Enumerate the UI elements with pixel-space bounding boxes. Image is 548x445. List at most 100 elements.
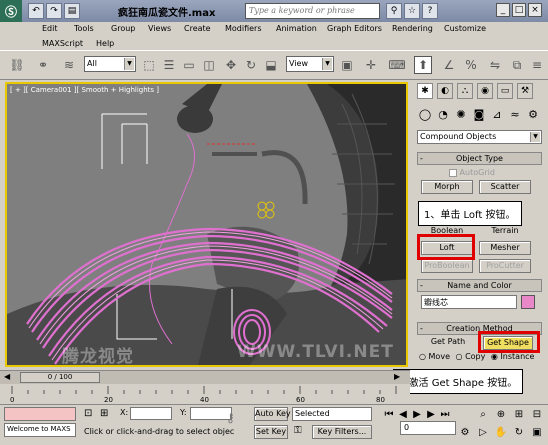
help-icon[interactable]: ? bbox=[422, 3, 438, 19]
select-by-name-icon[interactable]: ☰ bbox=[160, 56, 178, 74]
reference-coord-dropdown[interactable]: View ▼ bbox=[286, 56, 334, 72]
key-filters-button[interactable]: Key Filters... bbox=[312, 425, 372, 439]
pan-icon[interactable]: ✋ bbox=[494, 425, 508, 439]
save-icon[interactable]: ▤ bbox=[64, 3, 80, 19]
menu-graph-editors[interactable]: Graph Editors bbox=[327, 24, 382, 33]
link-icon[interactable]: ⛓ bbox=[8, 56, 26, 74]
app-logo-icon[interactable]: Ⓢ bbox=[0, 0, 22, 22]
layer-manager-icon[interactable]: ≡ bbox=[528, 56, 546, 74]
menu-edit[interactable]: Edit bbox=[42, 24, 58, 33]
object-category-dropdown[interactable]: Compound Objects ▼ bbox=[417, 130, 542, 144]
scatter-button[interactable]: Scatter bbox=[479, 180, 531, 194]
key-icon[interactable]: ⚷ bbox=[226, 411, 235, 425]
maximize-viewport-icon[interactable]: ▣ bbox=[530, 425, 544, 439]
terrain-button[interactable]: Terrain bbox=[479, 225, 531, 239]
zoom-all-icon[interactable]: ⊕ bbox=[494, 407, 508, 421]
set-key-icon[interactable]: ⚿ bbox=[294, 425, 302, 436]
manipulate-icon[interactable]: ✛ bbox=[362, 56, 380, 74]
shapes-icon[interactable]: ◔ bbox=[435, 106, 451, 122]
proboolean-button[interactable]: ProBoolean bbox=[421, 259, 473, 273]
track-bar[interactable]: 0 20 40 60 80 bbox=[0, 384, 410, 404]
absolute-mode-icon[interactable]: ⊞ bbox=[100, 408, 108, 419]
copy-radio[interactable]: ○ Copy bbox=[456, 352, 486, 361]
menu-views[interactable]: Views bbox=[148, 24, 171, 33]
create-tab-icon[interactable]: ✱ bbox=[417, 83, 433, 99]
search-input[interactable]: Type a keyword or phrase bbox=[245, 3, 380, 19]
time-slider[interactable]: 0 / 100 bbox=[20, 372, 100, 383]
select-rotate-icon[interactable]: ↻ bbox=[242, 56, 260, 74]
next-frame-icon[interactable]: ▶ bbox=[394, 372, 400, 381]
menu-tools[interactable]: Tools bbox=[74, 24, 94, 33]
move-radio[interactable]: ○ Move bbox=[419, 352, 450, 361]
auto-key-button[interactable]: Auto Key bbox=[254, 407, 291, 421]
motion-tab-icon[interactable]: ◉ bbox=[477, 83, 493, 99]
current-frame-field[interactable]: 0 bbox=[400, 421, 456, 435]
systems-icon[interactable]: ⚙ bbox=[525, 106, 541, 122]
menu-rendering[interactable]: Rendering bbox=[392, 24, 433, 33]
undo-icon[interactable]: ↶ bbox=[28, 3, 44, 19]
prev-key-icon[interactable]: ◀ bbox=[396, 407, 410, 421]
helpers-icon[interactable]: ⊿ bbox=[489, 106, 505, 122]
name-color-rollout-header[interactable]: - Name and Color bbox=[417, 279, 542, 292]
keyboard-shortcut-icon[interactable]: ⌨ bbox=[388, 56, 406, 74]
object-color-swatch[interactable] bbox=[521, 295, 535, 309]
set-key-button[interactable]: Set Key bbox=[254, 425, 288, 439]
instance-radio[interactable]: ◉ Instance bbox=[491, 352, 535, 361]
zoom-icon[interactable]: ⌕ bbox=[476, 407, 490, 421]
morph-button[interactable]: Morph bbox=[421, 180, 473, 194]
select-scale-icon[interactable]: ⬓ bbox=[262, 56, 280, 74]
lock-selection-icon[interactable]: ⊡ bbox=[84, 408, 92, 419]
get-path-button[interactable]: Get Path bbox=[423, 336, 473, 350]
selection-filter-dropdown[interactable]: All ▼ bbox=[84, 56, 136, 72]
utilities-tab-icon[interactable]: ⚒ bbox=[517, 83, 533, 99]
menu-animation[interactable]: Animation bbox=[276, 24, 317, 33]
menu-maxscript[interactable]: MAXScript bbox=[42, 39, 83, 48]
prev-frame-icon[interactable]: ◀ bbox=[4, 372, 10, 381]
object-name-field[interactable]: 瓣线芯 bbox=[421, 295, 517, 309]
menu-group[interactable]: Group bbox=[111, 24, 135, 33]
cameras-icon[interactable]: ◙ bbox=[471, 106, 487, 122]
camera-viewport[interactable]: [ + ][ Camera001 ][ Smooth + Highlights … bbox=[5, 82, 408, 367]
menu-create[interactable]: Create bbox=[184, 24, 211, 33]
window-crossing-icon[interactable]: ◫ bbox=[200, 56, 218, 74]
menu-help[interactable]: Help bbox=[96, 39, 114, 48]
pivot-center-icon[interactable]: ▣ bbox=[338, 56, 356, 74]
space-warps-icon[interactable]: ≈ bbox=[507, 106, 523, 122]
x-coordinate-field[interactable] bbox=[130, 407, 172, 420]
close-button[interactable]: × bbox=[528, 3, 542, 17]
mesher-button[interactable]: Mesher bbox=[479, 241, 531, 255]
hierarchy-tab-icon[interactable]: ⛬ bbox=[457, 83, 473, 99]
unlink-icon[interactable]: ⚭ bbox=[34, 56, 52, 74]
modify-tab-icon[interactable]: ◐ bbox=[437, 83, 453, 99]
rectangular-selection-icon[interactable]: ▭ bbox=[180, 56, 198, 74]
select-object-icon[interactable]: ⬚ bbox=[140, 56, 158, 74]
goto-end-icon[interactable]: ⏭ bbox=[438, 407, 452, 421]
bind-space-warp-icon[interactable]: ≋ bbox=[60, 56, 78, 74]
lights-icon[interactable]: ✺ bbox=[453, 106, 469, 122]
display-tab-icon[interactable]: ▭ bbox=[497, 83, 513, 99]
angle-snap-icon[interactable]: ∠ bbox=[440, 56, 458, 74]
autogrid-checkbox[interactable]: AutoGrid bbox=[449, 168, 495, 177]
maxscript-listener-input[interactable] bbox=[4, 407, 76, 421]
key-selection-dropdown[interactable]: Selected bbox=[292, 407, 372, 421]
redo-icon[interactable]: ↷ bbox=[46, 3, 62, 19]
viewport-label[interactable]: [ + ][ Camera001 ][ Smooth + Highlights … bbox=[10, 86, 159, 94]
procutter-button[interactable]: ProCutter bbox=[479, 259, 531, 273]
search-icon[interactable]: ⚲ bbox=[386, 3, 402, 19]
minimize-button[interactable]: _ bbox=[496, 3, 510, 17]
zoom-extents-icon[interactable]: ⊞ bbox=[512, 407, 526, 421]
percent-snap-icon[interactable]: % bbox=[462, 56, 480, 74]
object-type-rollout-header[interactable]: - Object Type bbox=[417, 152, 542, 165]
menu-customize[interactable]: Customize bbox=[444, 24, 486, 33]
snap-toggle-icon[interactable]: ⬆ bbox=[414, 56, 432, 74]
play-icon[interactable]: ▶ bbox=[410, 407, 424, 421]
next-key-icon[interactable]: ▶ bbox=[424, 407, 438, 421]
field-of-view-icon[interactable]: ▷ bbox=[476, 425, 490, 439]
zoom-extents-all-icon[interactable]: ⊟ bbox=[530, 407, 544, 421]
select-move-icon[interactable]: ✥ bbox=[222, 56, 240, 74]
maximize-button[interactable]: □ bbox=[512, 3, 526, 17]
goto-start-icon[interactable]: ⏮ bbox=[382, 407, 396, 421]
menu-modifiers[interactable]: Modifiers bbox=[225, 24, 262, 33]
orbit-icon[interactable]: ↻ bbox=[512, 425, 526, 439]
favorites-icon[interactable]: ☆ bbox=[404, 3, 420, 19]
